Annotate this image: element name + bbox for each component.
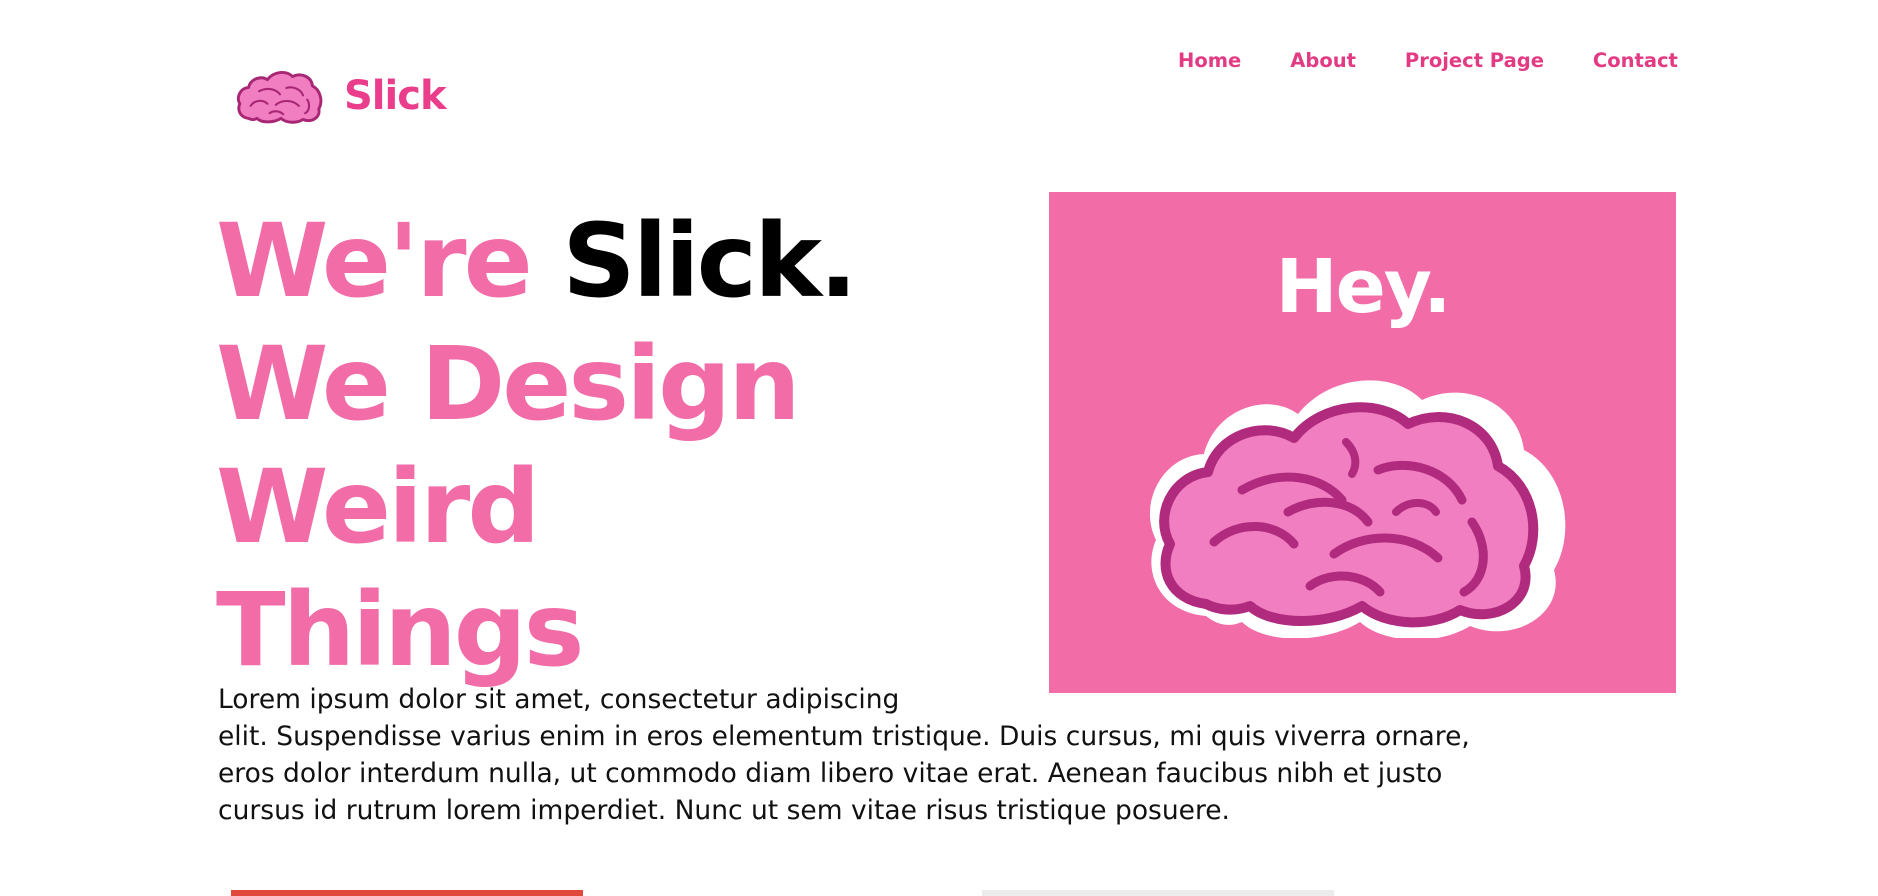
nav-contact[interactable]: Contact xyxy=(1593,48,1678,74)
hero-title-line-4: Things xyxy=(216,571,584,690)
logo-link[interactable]: Slick xyxy=(236,66,447,126)
main-nav: Home About Project Page Contact xyxy=(1178,48,1678,74)
paragraph-line: elit. Suspendisse varius enim in eros el… xyxy=(218,721,1470,752)
primary-button-top-edge[interactable] xyxy=(231,890,583,896)
hero-title-pink-word: We're xyxy=(216,202,563,321)
logo-text: Slick xyxy=(344,73,447,119)
hero-title-dark-word: Slick. xyxy=(562,202,857,321)
nav-about[interactable]: About xyxy=(1290,48,1356,74)
nav-home[interactable]: Home xyxy=(1178,48,1241,74)
hero-title: We're Slick. We Design Weird Things xyxy=(216,200,858,692)
hero-paragraph: Lorem ipsum dolor sit amet, consectetur … xyxy=(218,681,1638,829)
hero-title-line-3: Weird xyxy=(216,448,540,567)
paragraph-line: eros dolor interdum nulla, ut commodo di… xyxy=(218,758,1443,789)
hero-title-line-2: We Design xyxy=(216,325,801,444)
nav-project-page[interactable]: Project Page xyxy=(1405,48,1544,74)
hero-card-greeting: Hey. xyxy=(1275,244,1452,330)
paragraph-line: Lorem ipsum dolor sit amet, consectetur … xyxy=(218,684,900,715)
brain-icon xyxy=(236,71,323,124)
secondary-button-top-edge[interactable] xyxy=(982,890,1334,896)
hero-image-card: Hey. xyxy=(1049,192,1676,693)
brain-icon xyxy=(1150,380,1566,638)
paragraph-line: cursus id rutrum lorem imperdiet. Nunc u… xyxy=(218,795,1230,826)
hero-title-line-1: We're Slick. xyxy=(216,200,858,323)
